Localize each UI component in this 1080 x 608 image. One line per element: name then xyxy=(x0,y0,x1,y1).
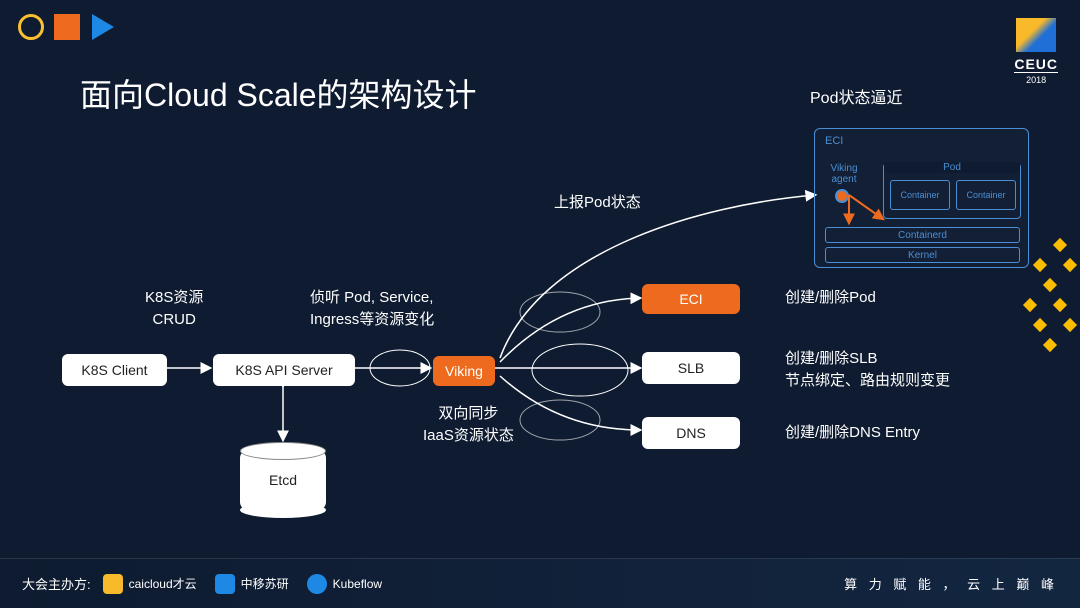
node-etcd: Etcd xyxy=(240,450,326,510)
pod-group: Pod Container Container xyxy=(883,163,1021,219)
container-1: Container xyxy=(890,180,950,210)
diagram-canvas: K8S Client K8S API Server Etcd Viking EC… xyxy=(0,0,1080,608)
pod-title: Pod xyxy=(884,162,1020,173)
sponsor-caicloud: caicloud才云 xyxy=(103,574,197,594)
label-eci-op: 创建/删除Pod xyxy=(785,287,876,309)
kernel-bar: Kernel xyxy=(825,247,1020,263)
label-slb-op: 创建/删除SLB 节点绑定、路由规则变更 xyxy=(785,348,950,392)
label-listen: 侦听 Pod, Service, Ingress等资源变化 xyxy=(310,287,434,331)
host-label: 大会主办方: xyxy=(22,574,91,593)
eci-panel-title: ECI xyxy=(825,135,843,147)
sponsor-list: caicloud才云 中移苏研 Kubeflow xyxy=(103,574,382,594)
node-viking: Viking xyxy=(433,356,495,386)
label-dns-op: 创建/删除DNS Entry xyxy=(785,422,920,444)
node-eci: ECI xyxy=(642,284,740,314)
sponsor-cmcc: 中移苏研 xyxy=(215,574,289,594)
cmcc-icon xyxy=(215,574,235,594)
kubeflow-icon xyxy=(307,574,327,594)
eci-detail-panel: ECI Viking agent Pod Container Container… xyxy=(814,128,1029,268)
viking-agent-label: Viking agent xyxy=(825,163,863,185)
label-pod-approach: Pod状态逼近 xyxy=(810,88,902,110)
tagline: 算 力 赋 能 ， 云 上 巅 峰 xyxy=(844,574,1058,593)
caicloud-icon xyxy=(103,574,123,594)
container-2: Container xyxy=(956,180,1016,210)
node-dns: DNS xyxy=(642,417,740,449)
label-crud: K8S资源 CRUD xyxy=(145,287,203,331)
sponsor-kubeflow: Kubeflow xyxy=(307,574,382,594)
footer-bar: 大会主办方: caicloud才云 中移苏研 Kubeflow 算 力 赋 能 … xyxy=(0,558,1080,608)
node-slb: SLB xyxy=(642,352,740,384)
label-report: 上报Pod状态 xyxy=(554,192,641,214)
node-k8s-api-server: K8S API Server xyxy=(213,354,355,386)
node-k8s-client: K8S Client xyxy=(62,354,167,386)
label-sync: 双向同步 IaaS资源状态 xyxy=(423,403,514,447)
containerd-bar: Containerd xyxy=(825,227,1020,243)
